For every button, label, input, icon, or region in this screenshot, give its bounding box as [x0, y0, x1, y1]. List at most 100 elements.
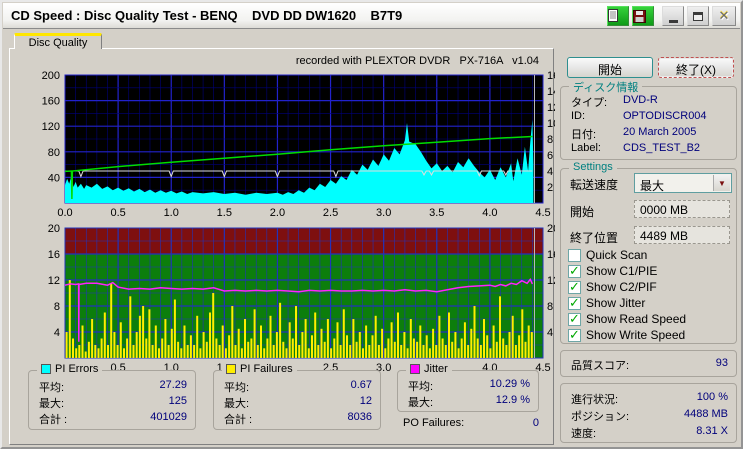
svg-text:12: 12	[48, 275, 60, 287]
svg-text:200: 200	[42, 70, 60, 82]
progress-row: ポジション: 4488 MB	[571, 408, 728, 423]
quick-scan-label: Quick Scan	[586, 248, 648, 262]
svg-text:12: 12	[547, 275, 555, 287]
titlebar[interactable]: CD Speed : Disc Quality Test - BENQ DVD …	[3, 3, 740, 29]
window-title: CD Speed : Disc Quality Test - BENQ DVD …	[11, 8, 403, 23]
svg-text:4.0: 4.0	[482, 207, 497, 219]
tab-label: Disc Quality	[28, 37, 88, 49]
svg-text:3.0: 3.0	[376, 207, 391, 219]
pi-errors-legend: PI Errors	[55, 363, 99, 375]
jitter-swatch	[410, 364, 420, 374]
jitter-legend: Jitter	[424, 363, 448, 375]
save-icon[interactable]	[632, 6, 654, 26]
show-jitter-label: Show Jitter	[586, 296, 646, 310]
svg-text:4: 4	[54, 327, 60, 339]
svg-text:8: 8	[54, 301, 60, 313]
po-failures-value: 0	[532, 417, 539, 429]
show-write-speed-checkbox[interactable]	[568, 327, 581, 343]
svg-text:120: 120	[42, 121, 60, 133]
stat-row: 平均: 27.29	[39, 379, 187, 394]
svg-text:40: 40	[48, 172, 60, 184]
svg-text:1.0: 1.0	[164, 207, 179, 219]
svg-text:80: 80	[48, 147, 60, 159]
pi-failures-swatch	[226, 364, 236, 374]
svg-text:2.0: 2.0	[270, 207, 285, 219]
app-window: CD Speed : Disc Quality Test - BENQ DVD …	[0, 0, 743, 449]
close-icon: ✕	[718, 8, 730, 23]
show-read-speed-label: Show Read Speed	[586, 312, 687, 326]
speed-label: 転送速度	[570, 178, 619, 192]
jitter-box: Jitter 平均: 10.29 % 最大: 12.9 %	[397, 363, 539, 412]
stat-row: 平均: 10.29 %	[408, 378, 530, 393]
pi-errors-speed-chart: 0.0 0.5 1.0 1.5 2.0 2.5 3.0 3.5 4.0 4.5 40 80 120 160…	[42, 70, 555, 219]
info-row: ID: OPTODISCR004	[571, 110, 707, 122]
svg-text:2: 2	[547, 182, 553, 194]
stat-row: 最大: 125	[39, 395, 187, 410]
exit-button[interactable]: 終了(X)	[658, 57, 734, 78]
svg-text:6: 6	[547, 150, 553, 162]
tab-disc-quality[interactable]: Disc Quality	[14, 33, 102, 49]
po-failures-label: PO Failures:	[403, 417, 465, 429]
maximize-icon	[693, 11, 703, 21]
speed-value: 最大	[640, 179, 665, 193]
svg-text:0.5: 0.5	[110, 207, 125, 219]
minimize-button[interactable]	[662, 6, 684, 26]
disc-info-legend: ディスク情報	[569, 79, 643, 95]
end-pos-label: 終了位置	[570, 231, 619, 245]
quality-score-value: 93	[715, 357, 728, 369]
svg-text:20: 20	[48, 223, 60, 235]
svg-text:16: 16	[547, 70, 555, 82]
pi-failures-box: PI Failures 平均: 0.67 最大: 12 合計 :8036	[213, 363, 381, 430]
svg-text:4: 4	[547, 327, 553, 339]
pi-failures-jitter-chart: 0.00.51.01.52.02.53.03.54.04.54812162048…	[48, 223, 555, 374]
quality-score-box: 品質スコア: 93	[560, 350, 737, 377]
progress-row: 進行状況: 100 %	[571, 391, 728, 406]
speed-select[interactable]: 最大 ▼	[634, 173, 732, 193]
progress-row: 速度: 8.31 X	[571, 425, 728, 440]
info-row: タイプ: DVD-R	[571, 94, 658, 109]
end-pos-field[interactable]: 4489 MB	[634, 226, 730, 244]
svg-text:2.5: 2.5	[323, 207, 338, 219]
maximize-button[interactable]	[687, 6, 709, 26]
close-button[interactable]: ✕	[712, 6, 736, 26]
svg-text:14: 14	[547, 86, 555, 98]
svg-text:16: 16	[547, 249, 555, 261]
svg-text:12: 12	[547, 102, 555, 114]
stat-row: 平均: 0.67	[224, 379, 372, 394]
stat-row: 最大: 12.9 %	[408, 394, 530, 409]
show-c1-pie-label: Show C1/PIE	[586, 264, 658, 278]
svg-text:4: 4	[547, 166, 553, 178]
svg-text:160: 160	[42, 96, 60, 108]
show-c2-pif-label: Show C2/PIF	[586, 280, 657, 294]
show-c1-pie-checkbox[interactable]	[568, 263, 581, 279]
stat-row: 合計 :401029	[39, 411, 187, 426]
quick-scan-checkbox[interactable]	[568, 249, 581, 262]
svg-text:4.5: 4.5	[535, 207, 550, 219]
progress-box: 進行状況: 100 % ポジション: 4488 MB 速度: 8.31 X	[560, 383, 737, 443]
po-failures-row: PO Failures: 0	[403, 417, 539, 429]
start-button[interactable]: 開始	[567, 57, 653, 78]
settings-legend: Settings	[569, 161, 617, 173]
show-write-speed-label: Show Write Speed	[586, 328, 686, 342]
quality-score-label: 品質スコア:	[571, 360, 630, 372]
svg-text:3.5: 3.5	[429, 207, 444, 219]
chevron-down-icon[interactable]: ▼	[713, 175, 730, 191]
svg-text:8: 8	[547, 301, 553, 313]
show-read-speed-checkbox[interactable]	[568, 311, 581, 327]
start-pos-field[interactable]: 0000 MB	[634, 200, 730, 218]
svg-text:0.0: 0.0	[57, 207, 72, 219]
disc-info-box: ディスク情報 タイプ: DVD-R ID: OPTODISCR004 日付: 20 M…	[560, 79, 737, 160]
show-jitter-checkbox[interactable]	[568, 295, 581, 311]
copy-icon[interactable]	[607, 6, 629, 26]
start-pos-label: 開始	[570, 205, 595, 219]
info-row: Label: CDS_TEST_B2	[571, 142, 701, 154]
svg-text:1.5: 1.5	[217, 207, 232, 219]
minimize-icon	[668, 19, 678, 23]
show-c2-pif-checkbox[interactable]	[568, 279, 581, 295]
svg-text:16: 16	[48, 249, 60, 261]
stat-row: 最大: 12	[224, 395, 372, 410]
info-row: 日付: 20 March 2005	[571, 126, 697, 141]
pi-errors-box: PI Errors 平均: 27.29 最大: 125 合計 :401029	[28, 363, 196, 430]
quality-score-row: 品質スコア: 93	[571, 357, 728, 373]
stat-row: 合計 :8036	[224, 411, 372, 426]
